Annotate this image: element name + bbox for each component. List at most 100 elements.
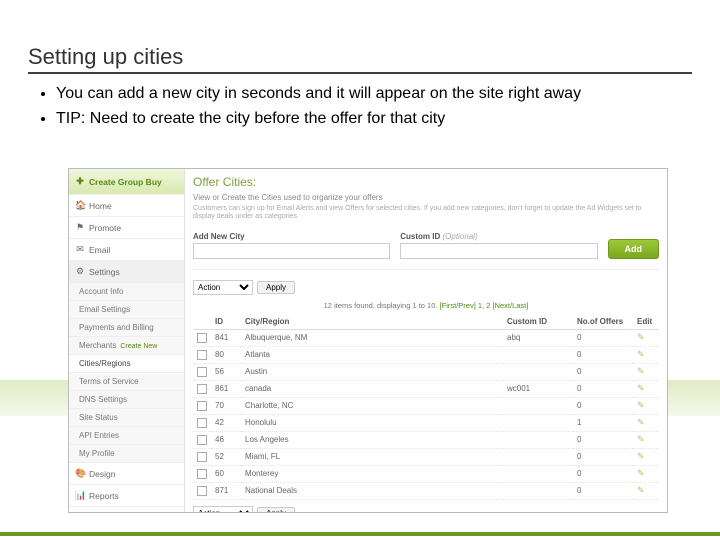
panel-title: Offer Cities: [193,175,659,189]
edit-icon[interactable]: ✎ [637,434,645,444]
edit-icon[interactable]: ✎ [637,417,645,427]
row-checkbox[interactable] [197,384,207,394]
cell-id: 42 [211,414,241,431]
settings-cities-regions[interactable]: Cities/Regions [69,355,184,373]
row-checkbox[interactable] [197,418,207,428]
sidebar: ✚ Create Group Buy 🏠 Home ⚑ Promote ✉ Em… [69,169,185,512]
row-checkbox[interactable] [197,486,207,496]
sidebar-item-email[interactable]: ✉ Email [69,239,184,261]
sidebar-item-home[interactable]: 🏠 Home [69,195,184,217]
settings-email-settings[interactable]: Email Settings [69,301,184,319]
add-button[interactable]: Add [608,239,660,259]
cell-offers: 0 [573,482,633,499]
cell-offers: 0 [573,363,633,380]
edit-icon[interactable]: ✎ [637,400,645,410]
settings-api-entries[interactable]: API Entries [69,427,184,445]
sidebar-sub-label: DNS Settings [79,395,127,404]
th-custom[interactable]: Custom ID [503,314,573,330]
flag-icon: ⚑ [75,222,85,233]
sidebar-create-group-buy[interactable]: ✚ Create Group Buy [69,169,184,195]
table-row: 841Albuquerque, NMabq0 ✎ [193,329,659,346]
gear-icon: ⚙ [75,266,85,277]
cell-city[interactable]: National Deals [241,482,503,499]
cell-offers: 0 [573,329,633,346]
edit-icon[interactable]: ✎ [637,485,645,495]
row-checkbox[interactable] [197,333,207,343]
table-row: 46Los Angeles 0 ✎ [193,431,659,448]
sidebar-sub-label: Site Status [79,413,118,422]
table-row: 80Atlanta0✎ [193,346,659,363]
th-offers[interactable]: No.of Offers [573,314,633,330]
edit-icon[interactable]: ✎ [637,366,645,376]
row-checkbox[interactable] [197,367,207,377]
sidebar-item-reports[interactable]: 📊 Reports [69,485,184,507]
sidebar-sub-label: Email Settings [79,305,130,314]
cell-city[interactable]: Monterey [241,465,503,482]
pager-links[interactable]: [First/Prev] 1, 2 [Next/Last] [440,301,529,310]
create-new-link[interactable]: Create New [120,343,157,350]
add-city-input[interactable] [193,243,390,259]
plus-icon: ✚ [75,176,85,187]
cell-city[interactable]: Miami, FL [241,448,503,465]
sidebar-item-settings[interactable]: ⚙ Settings [69,261,184,283]
settings-payments-billing[interactable]: Payments and Billing [69,319,184,337]
cell-city[interactable]: Honolulu [241,414,503,431]
sidebar-sub-label: Merchants [79,341,116,350]
cell-custom [503,414,573,431]
sidebar-item-label: Design [89,469,115,479]
cell-offers: 0 [573,431,633,448]
sidebar-item-label: Reports [89,491,119,501]
sidebar-item-design[interactable]: 🎨 Design [69,463,184,485]
bulk-action-select[interactable]: Action [193,280,253,295]
cell-custom: abq [503,329,573,346]
cell-city[interactable]: Albuquerque, NM [241,329,503,346]
sidebar-sub-label: Account Info [79,287,123,296]
cell-city[interactable]: Los Angeles [241,431,503,448]
custom-id-label: Custom ID (Optional) [400,232,597,241]
apply-button-bottom[interactable]: Apply [257,507,295,512]
chart-icon: 📊 [75,490,85,501]
cell-id: 70 [211,397,241,414]
edit-icon[interactable]: ✎ [637,332,645,342]
cell-id: 46 [211,431,241,448]
apply-button[interactable]: Apply [257,281,295,294]
cell-id: 841 [211,329,241,346]
row-checkbox[interactable] [197,435,207,445]
sidebar-sub-label: API Entries [79,431,119,440]
sidebar-item-promote[interactable]: ⚑ Promote [69,217,184,239]
custom-id-input[interactable] [400,243,597,259]
home-icon: 🏠 [75,200,85,211]
sidebar-sub-label: Cities/Regions [79,359,131,368]
row-checkbox[interactable] [197,350,207,360]
table-row: 861canadawc0010✎ [193,380,659,397]
table-row: 56Austin0✎ [193,363,659,380]
settings-site-status[interactable]: Site Status [69,409,184,427]
edit-icon[interactable]: ✎ [637,451,645,461]
cell-id: 871 [211,482,241,499]
edit-icon[interactable]: ✎ [637,468,645,478]
th-city[interactable]: City/Region [241,314,503,330]
row-checkbox[interactable] [197,452,207,462]
edit-icon[interactable]: ✎ [637,349,645,359]
cell-custom [503,431,573,448]
settings-my-profile[interactable]: My Profile [69,445,184,463]
settings-terms-of-service[interactable]: Terms of Service [69,373,184,391]
cell-city[interactable]: Atlanta [241,346,503,363]
settings-account-info[interactable]: Account Info [69,283,184,301]
cell-city[interactable]: Charlotte, NC [241,397,503,414]
cell-id: 861 [211,380,241,397]
row-checkbox[interactable] [197,401,207,411]
settings-merchants[interactable]: Merchants Create New [69,337,184,355]
cell-custom: wc001 [503,380,573,397]
mail-icon: ✉ [75,244,85,255]
bulk-action-select-bottom[interactable]: Action [193,506,253,512]
settings-dns-settings[interactable]: DNS Settings [69,391,184,409]
row-checkbox[interactable] [197,469,207,479]
th-id[interactable]: ID [211,314,241,330]
cell-offers: 0 [573,448,633,465]
cell-id: 52 [211,448,241,465]
edit-icon[interactable]: ✎ [637,383,645,393]
cell-city[interactable]: canada [241,380,503,397]
cell-city[interactable]: Austin [241,363,503,380]
panel-subtitle: View or Create the Cities used to organi… [193,193,659,202]
